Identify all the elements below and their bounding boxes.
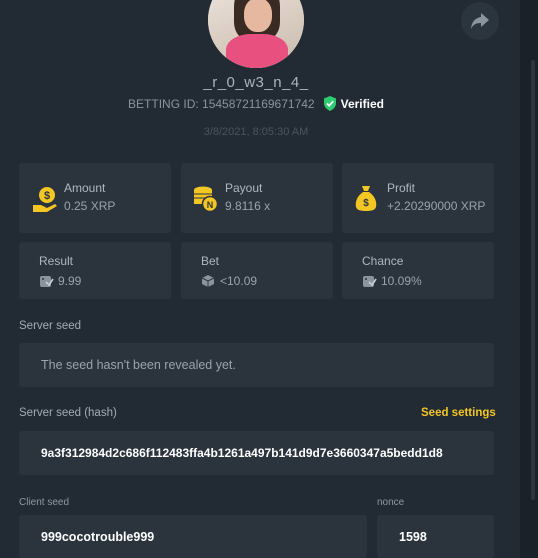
share-icon [471, 13, 489, 29]
client-seed-value: 999cocotrouble999 [41, 529, 155, 544]
betting-id-row: BETTING ID: 15458721169671742 Verified [0, 96, 512, 111]
amount-value: 0.25 XRP [64, 199, 116, 213]
profit-label: Profit [387, 181, 416, 195]
server-seed-label: Server seed [19, 320, 82, 332]
chance-label: Chance [362, 254, 404, 268]
avatar [208, 0, 304, 68]
amount-label: Amount [64, 181, 106, 195]
server-seed-hash-label: Server seed (hash) [19, 407, 117, 419]
nonce-field[interactable]: 1598 [377, 515, 494, 558]
dice-check-icon [363, 276, 377, 287]
nonce-value: 1598 [399, 529, 427, 544]
result-card: Result 9.99 [19, 242, 171, 299]
chance-card: Chance 10.09% [342, 242, 494, 299]
coin-stack-icon: N [194, 186, 219, 213]
page-edge [520, 0, 538, 558]
shield-check-icon [323, 96, 336, 111]
svg-text:N: N [207, 200, 214, 210]
bet-value: <10.09 [220, 274, 258, 288]
bet-timestamp: 3/8/2021, 8:05:30 AM [203, 126, 309, 138]
profit-value: +2.20290000 XRP [387, 199, 486, 213]
verified-label: Verified [340, 96, 384, 111]
money-sack-icon: $ [355, 186, 377, 211]
profit-card: $ Profit +2.20290000 XRP [342, 163, 494, 233]
bet-card: Bet <10.09 [181, 242, 333, 299]
result-label: Result [39, 254, 74, 268]
chance-value: 10.09% [381, 274, 422, 288]
payout-value: 9.8116 x [225, 199, 271, 213]
verified-badge: Verified [323, 96, 384, 111]
payout-label: Payout [225, 181, 263, 195]
server-seed-hash-value: 9a3f312984d2c686f112483ffa4b1261a497b141… [41, 446, 443, 460]
payout-card: N Payout 9.8116 x [181, 163, 333, 233]
result-value: 9.99 [58, 274, 82, 288]
scrollbar[interactable] [531, 60, 535, 500]
dice-icon [201, 275, 215, 287]
username: _r_0_w3_n_4_ [203, 74, 309, 91]
client-seed-label: Client seed [19, 497, 70, 508]
nonce-label: nonce [377, 497, 405, 508]
svg-text:$: $ [363, 198, 369, 209]
amount-card: $ Amount 0.25 XRP [19, 163, 171, 233]
client-seed-field[interactable]: 999cocotrouble999 [19, 515, 367, 558]
dice-check-icon [40, 276, 54, 287]
betting-id: BETTING ID: 15458721169671742 [128, 96, 315, 111]
bet-label: Bet [201, 254, 220, 268]
server-seed-field[interactable]: The seed hasn't been revealed yet. [19, 343, 494, 387]
svg-text:$: $ [44, 190, 50, 202]
money-bag-hand-icon: $ [33, 187, 57, 212]
share-button[interactable] [461, 2, 499, 40]
server-seed-hash-field[interactable]: 9a3f312984d2c686f112483ffa4b1261a497b141… [19, 431, 494, 475]
server-seed-value: The seed hasn't been revealed yet. [41, 358, 236, 372]
seed-settings-link[interactable]: Seed settings [421, 407, 496, 419]
